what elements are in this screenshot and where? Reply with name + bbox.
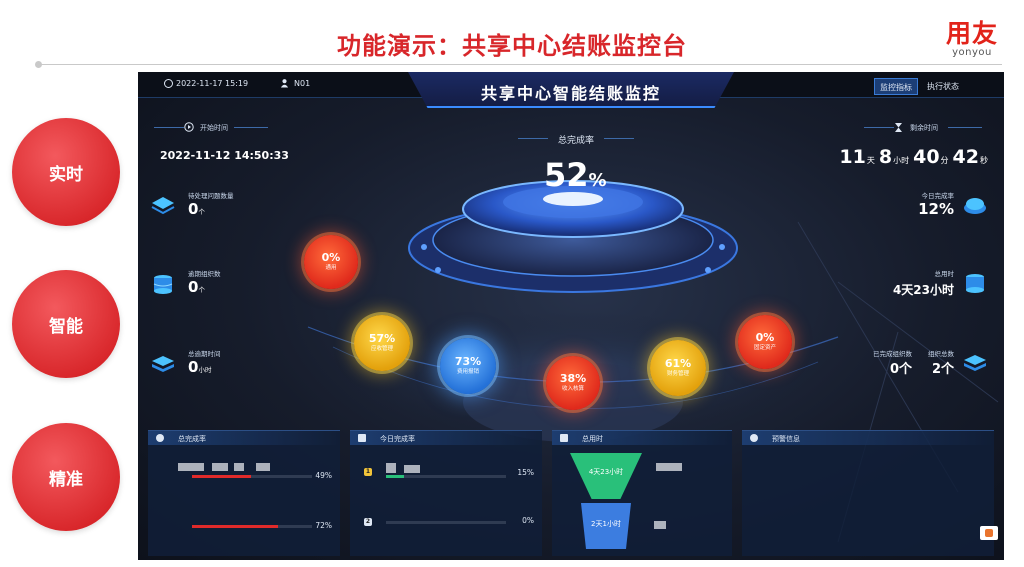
- dashboard-title: 共享中心智能结账监控: [480, 84, 661, 103]
- metric-today-rate: 今日完成率 12%: [874, 186, 992, 224]
- deco-line: [234, 127, 268, 128]
- play-icon: [184, 122, 194, 132]
- table-row[interactable]: 72%: [148, 513, 340, 533]
- user-icon: [280, 79, 289, 88]
- brand-name-en: yonyou: [952, 47, 992, 58]
- deco-line: [154, 127, 184, 128]
- feature-realtime: 实时: [12, 118, 120, 226]
- platform-highlight: [543, 192, 603, 206]
- funnel-label-bottom: 2天1小时: [591, 520, 621, 528]
- slide-title: 功能演示：共享中心结账监控台: [337, 32, 687, 60]
- deco-line: [604, 138, 634, 139]
- pie-icon: [156, 434, 164, 442]
- feature-smart: 智能: [12, 270, 120, 378]
- module-orb-general[interactable]: 0% 通用: [304, 235, 358, 289]
- start-time-label: 开始时间: [200, 124, 228, 132]
- brand-name-cn: 用友: [945, 19, 998, 48]
- clock-icon: [164, 79, 173, 88]
- remaining-time-value: 11天 8小时 40分 42秒: [839, 146, 988, 168]
- app-logo[interactable]: [980, 526, 998, 540]
- progress-bar: [192, 525, 312, 528]
- progress-fill: [386, 475, 404, 478]
- metric-overdue-orgs: 逾期组织数 0个: [146, 264, 246, 302]
- module-orb-fixed-assets[interactable]: 0% 固定资产: [738, 315, 792, 369]
- progress-fill: [192, 525, 279, 528]
- tab-monitor-metrics[interactable]: 监控指标: [874, 78, 918, 95]
- metric-pending-issues: 待处理问题数量 0个: [146, 186, 246, 224]
- cloud-icon: [964, 198, 986, 214]
- table-row[interactable]: 1 15%: [350, 463, 542, 485]
- hourglass-icon: [895, 123, 902, 132]
- rim-light: [435, 267, 441, 273]
- chart-icon: [560, 434, 568, 442]
- calendar-icon: [358, 434, 366, 442]
- user-name: N01: [294, 79, 311, 88]
- deco-line: [864, 127, 894, 128]
- rim-light: [719, 244, 725, 250]
- slide: 功能演示：共享中心结账监控台 用友 yonyou 实时 智能 精准 2022-1…: [0, 0, 1024, 567]
- database-icon: [966, 274, 984, 293]
- deco-line: [948, 127, 982, 128]
- tab-execution-status[interactable]: 执行状态: [922, 78, 964, 95]
- metric-overdue-time: 总逾期时间 0小时: [146, 344, 246, 382]
- funnel-label-top: 4天23小时: [588, 468, 624, 476]
- deco-line: [518, 138, 548, 139]
- progress-bar: [386, 521, 506, 524]
- remaining-time-label: 剩余时间: [910, 124, 938, 132]
- monitor-dashboard: 2022-11-17 15:19 N01 共享中心智能结账监控 监控指标 执行状…: [138, 72, 1004, 560]
- module-orb-expense[interactable]: 73% 费用报销: [440, 338, 496, 394]
- module-orb-finance[interactable]: 61% 财务管理: [650, 340, 706, 396]
- progress-bar: [386, 475, 506, 478]
- alert-icon: [750, 434, 758, 442]
- stack-icon: [964, 355, 986, 371]
- panel-total-time: 总用时 4天23小时 2天1小时: [552, 430, 732, 556]
- stack-icon: [152, 356, 174, 372]
- module-orb-receivables[interactable]: 57% 应收管理: [354, 315, 410, 371]
- total-rate-value: 52%: [544, 156, 607, 194]
- start-time-value: 2022-11-12 14:50:33: [160, 149, 289, 162]
- current-datetime: 2022-11-17 15:19: [176, 79, 249, 88]
- rim-light: [421, 244, 427, 250]
- database-icon: [153, 275, 173, 294]
- module-orb-revenue[interactable]: 38% 收入核算: [546, 356, 600, 410]
- panel-today-rate: 今日完成率 1 15% 2 0%: [350, 430, 542, 556]
- panel-total-rate: 总完成率 49% 72%: [148, 430, 340, 556]
- total-rate-label: 总完成率: [558, 136, 595, 146]
- layers-icon: [151, 197, 175, 215]
- table-row[interactable]: 49%: [148, 459, 340, 480]
- panel-alerts: 预警信息: [742, 430, 994, 556]
- progress-fill: [192, 475, 251, 478]
- metric-org-progress: 已完成组织数 组织总数 0个 2个: [864, 344, 992, 382]
- metric-total-time: 总用时 4天23小时: [874, 264, 992, 302]
- feature-accurate: 精准: [12, 423, 120, 531]
- title-divider: [38, 64, 1002, 65]
- progress-bar: [192, 475, 312, 478]
- rim-light: [705, 267, 711, 273]
- brand-logo: 用友 yonyou: [946, 14, 998, 58]
- table-row[interactable]: 2 0%: [350, 515, 542, 535]
